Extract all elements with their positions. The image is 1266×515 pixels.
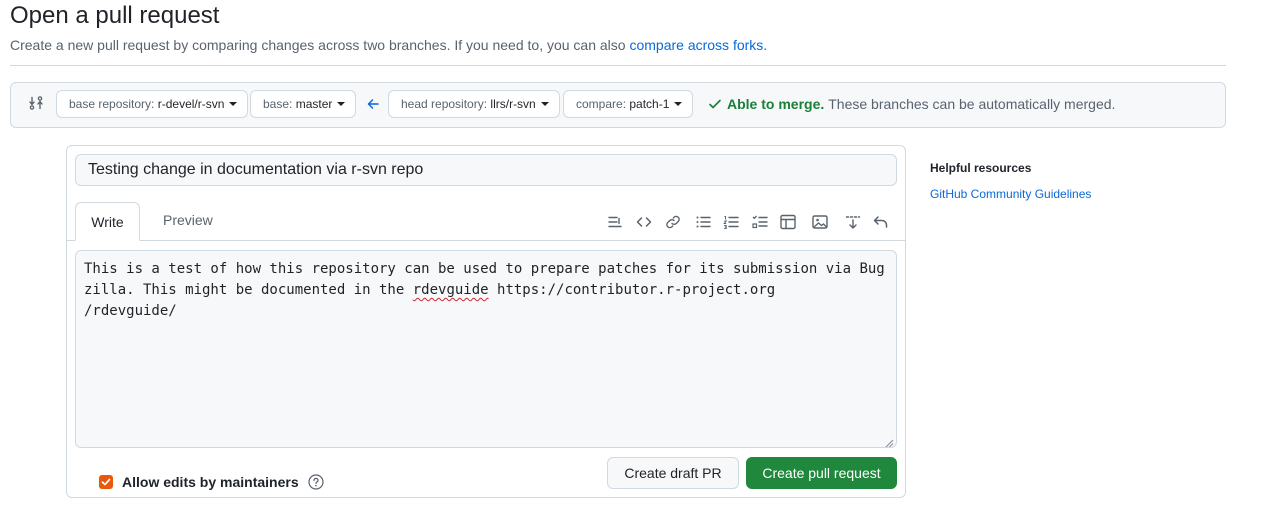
base-value: master: [295, 97, 333, 111]
base-repo-value: r-devel/r-svn: [157, 97, 225, 111]
pr-body-textarea[interactable]: This is a test of how this repository ca…: [75, 250, 897, 448]
helpful-resources-heading: Helpful resources: [930, 161, 1032, 175]
tab-preview[interactable]: Preview: [163, 212, 213, 228]
compare-value: patch-1: [629, 97, 670, 111]
create-pull-request-button[interactable]: Create pull request: [746, 457, 897, 489]
base-branch-selector[interactable]: base: master: [250, 90, 357, 118]
divider: [10, 65, 1226, 66]
base-repo-label: base repository:: [69, 97, 155, 111]
head-repo-label: head repository:: [401, 97, 488, 111]
table-icon[interactable]: [779, 213, 797, 231]
merge-note: These branches can be automatically merg…: [828, 96, 1116, 112]
create-draft-pr-button[interactable]: Create draft PR: [607, 457, 739, 489]
undo-icon[interactable]: [872, 213, 890, 231]
page-title: Open a pull request: [10, 2, 220, 29]
compare-across-forks-link[interactable]: compare across forks.: [629, 37, 767, 53]
compare-label: compare:: [576, 97, 627, 111]
compare-range-bar: base repository: r-devel/r-svn base: mas…: [10, 82, 1226, 128]
link-icon[interactable]: [664, 213, 682, 231]
unordered-list-icon[interactable]: [694, 213, 712, 231]
caret-down-icon: [229, 102, 238, 106]
git-compare-icon: [28, 95, 44, 111]
tabs-divider: [67, 240, 905, 241]
head-repository-selector[interactable]: head repository: llrs/r-svn: [388, 90, 560, 118]
tab-write[interactable]: Write: [75, 202, 140, 241]
allow-edits-row: Allow edits by maintainers: [99, 474, 324, 490]
caret-down-icon: [540, 102, 549, 106]
allow-edits-checkbox[interactable]: [99, 475, 113, 489]
mention-icon[interactable]: [844, 213, 862, 231]
pull-request-form: Write Preview This is a test of how this…: [66, 145, 906, 498]
caret-down-icon: [337, 102, 346, 106]
head-repo-value: llrs/r-svn: [490, 97, 536, 111]
misspelled-word: rdevguide: [412, 282, 489, 298]
caret-down-icon: [674, 102, 683, 106]
allow-edits-label: Allow edits by maintainers: [122, 474, 299, 490]
ordered-list-icon[interactable]: [722, 213, 740, 231]
code-icon[interactable]: [635, 213, 653, 231]
task-list-icon[interactable]: [751, 213, 769, 231]
base-repository-selector[interactable]: base repository: r-devel/r-svn: [56, 90, 249, 118]
subtitle-text: Create a new pull request by comparing c…: [10, 37, 630, 53]
image-icon[interactable]: [811, 213, 829, 231]
arrow-left-icon: [365, 96, 381, 112]
question-icon[interactable]: [308, 474, 324, 490]
community-guidelines-link[interactable]: GitHub Community Guidelines: [930, 187, 1091, 201]
merge-status: Able to merge. These branches can be aut…: [707, 96, 1115, 112]
resize-handle-icon[interactable]: [884, 435, 894, 447]
compare-branch-selector[interactable]: compare: patch-1: [563, 90, 694, 118]
base-label: base:: [263, 97, 293, 111]
check-icon: [707, 96, 723, 112]
pr-title-input[interactable]: [75, 154, 897, 186]
heading-icon[interactable]: [606, 213, 624, 231]
page-subtitle: Create a new pull request by comparing c…: [10, 37, 767, 53]
able-to-merge: Able to merge.: [727, 96, 825, 112]
